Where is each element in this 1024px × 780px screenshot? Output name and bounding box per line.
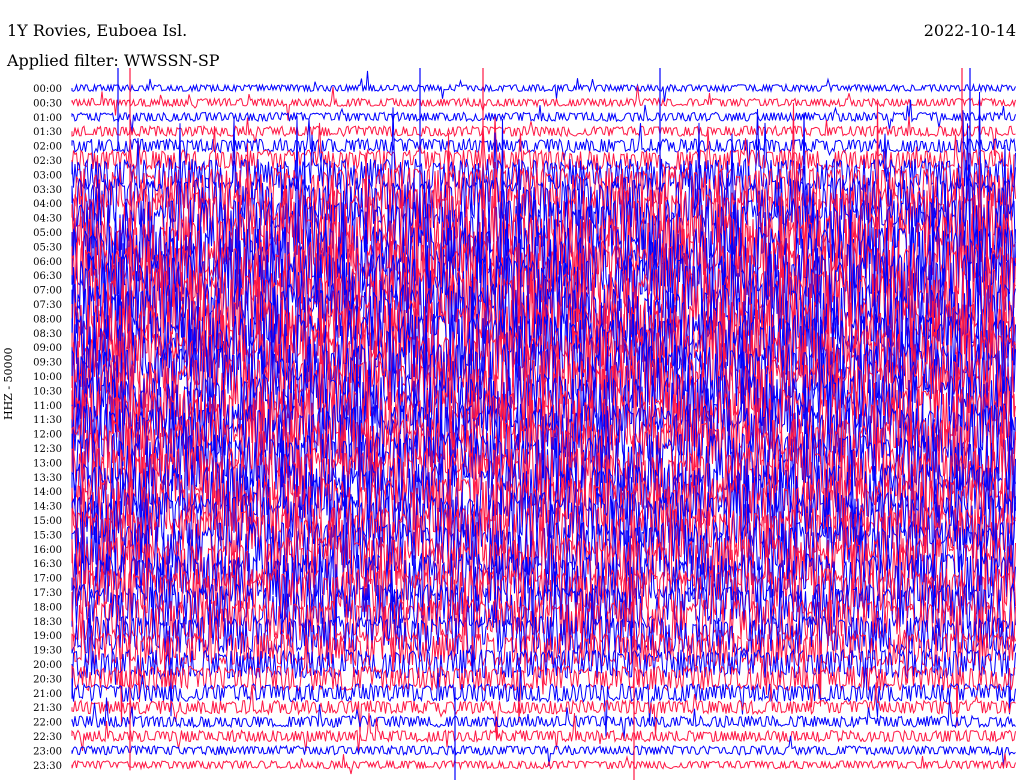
time-tick-label: 15:00	[33, 516, 62, 527]
time-tick-label: 01:00	[33, 113, 62, 124]
time-tick-label: 07:00	[33, 286, 62, 297]
time-tick-label: 13:00	[33, 458, 62, 469]
helicorder-plot: 00:00 00:30 01:00 01:30 02:00 02:30 03:00 03:30…	[33, 68, 1016, 780]
time-tick-label: 01:30	[33, 127, 62, 138]
time-tick-label: 21:00	[33, 689, 62, 700]
trace-line-2330	[71, 753, 1016, 775]
time-tick-label: 21:30	[33, 703, 62, 714]
trace-line-2300	[71, 735, 1016, 767]
time-tick-label: 18:00	[33, 602, 62, 613]
time-tick-label: 04:00	[33, 199, 62, 210]
time-tick-label: 14:30	[33, 502, 62, 513]
trace-line-0000	[71, 70, 1016, 102]
time-tick-label: 11:00	[33, 401, 62, 412]
time-tick-label: 13:30	[33, 473, 62, 484]
time-tick-label: 06:00	[33, 257, 62, 268]
time-tick-label: 23:30	[33, 761, 62, 772]
time-tick-label: 20:30	[33, 674, 62, 685]
time-tick-label: 05:30	[33, 242, 62, 253]
time-tick-label: 22:30	[33, 732, 62, 743]
time-tick-label: 03:30	[33, 185, 62, 196]
time-tick-label: 11:30	[33, 415, 62, 426]
time-tick-label: 12:30	[33, 444, 62, 455]
time-tick-label: 05:00	[33, 228, 62, 239]
time-tick-label: 16:30	[33, 559, 62, 570]
time-tick-label: 00:30	[33, 98, 62, 109]
time-tick-label: 06:30	[33, 271, 62, 282]
time-tick-label: 10:30	[33, 386, 62, 397]
time-tick-label: 08:30	[33, 329, 62, 340]
time-tick-label: 19:30	[33, 646, 62, 657]
time-tick-label: 02:00	[33, 142, 62, 153]
time-tick-label: 19:00	[33, 631, 62, 642]
time-tick-label: 18:30	[33, 617, 62, 628]
time-tick-label: 09:30	[33, 358, 62, 369]
time-tick-label: 23:00	[33, 746, 62, 757]
time-tick-label: 04:30	[33, 214, 62, 225]
time-tick-label: 17:30	[33, 588, 62, 599]
time-tick-label: 14:00	[33, 487, 62, 498]
time-tick-label: 12:00	[33, 430, 62, 441]
time-tick-label: 17:00	[33, 574, 62, 585]
time-tick-label: 08:00	[33, 314, 62, 325]
time-tick-label: 00:00	[33, 84, 62, 95]
time-tick-label: 07:30	[33, 300, 62, 311]
time-tick-label: 09:00	[33, 343, 62, 354]
time-tick-label: 16:00	[33, 545, 62, 556]
time-tick-label: 20:00	[33, 660, 62, 671]
time-tick-label: 22:00	[33, 718, 62, 729]
time-tick-label: 15:30	[33, 530, 62, 541]
time-tick-label: 02:30	[33, 156, 62, 167]
time-tick-label: 03:00	[33, 170, 62, 181]
time-tick-label: 10:00	[33, 372, 62, 383]
